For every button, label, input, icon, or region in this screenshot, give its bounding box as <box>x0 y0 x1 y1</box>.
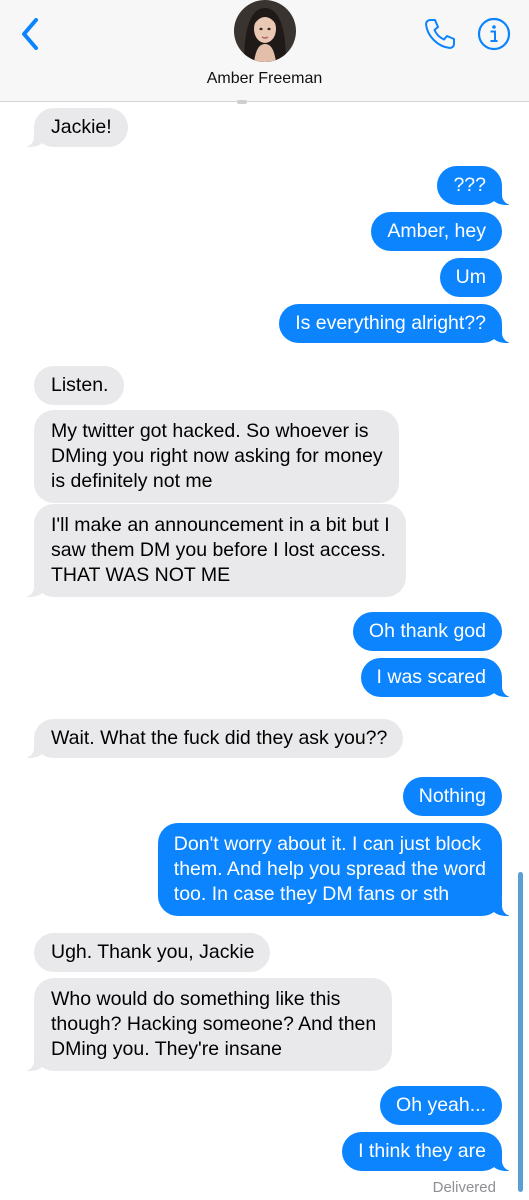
scrollbar[interactable] <box>518 872 523 1192</box>
outgoing-message[interactable]: Um <box>439 258 502 297</box>
clipped-timestamp <box>237 100 247 104</box>
incoming-message[interactable]: Wait. What the fuck did they ask you?? <box>23 719 404 758</box>
outgoing-message[interactable]: Oh thank god <box>352 612 502 651</box>
incoming-message[interactable]: Ugh. Thank you, Jackie <box>34 933 271 972</box>
contact-name[interactable]: Amber Freeman <box>0 70 529 88</box>
incoming-message[interactable]: My twitter got hacked. So whoever is DMi… <box>34 410 399 503</box>
chevron-left-icon[interactable] <box>16 14 46 54</box>
avatar[interactable] <box>234 0 296 62</box>
delivered-status: Delivered <box>432 1179 496 1196</box>
info-icon[interactable] <box>477 17 511 51</box>
outgoing-message[interactable]: Amber, hey <box>371 212 502 251</box>
phone-icon[interactable] <box>422 16 458 52</box>
conversation-header: Amber Freeman <box>0 0 529 102</box>
incoming-message[interactable]: Listen. <box>34 366 125 405</box>
outgoing-message[interactable]: I think they are <box>342 1132 512 1171</box>
outgoing-message[interactable]: Is everything alright?? <box>279 304 512 343</box>
outgoing-message[interactable]: Don't worry about it. I can just block t… <box>157 823 513 916</box>
incoming-message[interactable]: Who would do something like this though?… <box>23 978 393 1071</box>
outgoing-message[interactable]: I was scared <box>360 658 513 697</box>
incoming-message[interactable]: Jackie! <box>24 108 128 147</box>
outgoing-message[interactable]: Oh yeah... <box>380 1086 502 1125</box>
incoming-message[interactable]: I'll make an announcement in a bit but I… <box>24 504 406 597</box>
outgoing-message[interactable]: ??? <box>437 166 512 205</box>
outgoing-message[interactable]: Nothing <box>402 777 502 816</box>
